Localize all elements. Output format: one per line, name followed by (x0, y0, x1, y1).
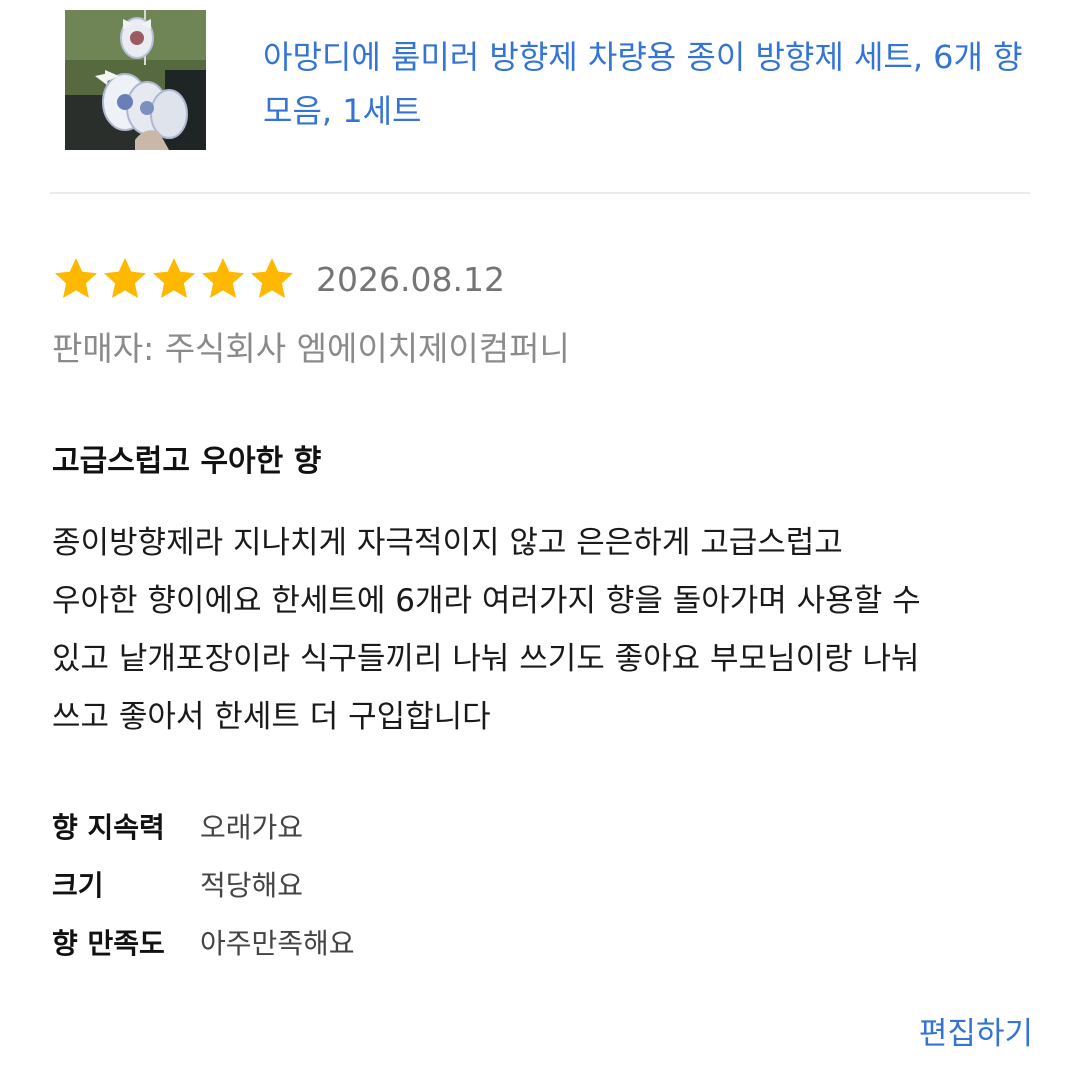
review-attributes: 향 지속력 오래가요 크기 적당해요 향 만족도 아주만족해요 (52, 797, 652, 971)
attribute-label: 크기 (52, 869, 104, 902)
rating-row: 2026.08.12 (52, 253, 505, 305)
star-rating (52, 255, 296, 303)
edit-button[interactable]: 편집하기 (919, 1008, 1033, 1053)
attribute-value: 아주만족해요 (200, 927, 355, 960)
attribute-label: 향 만족도 (52, 927, 165, 960)
product-summary[interactable]: 아망디에 룸미러 방향제 차량용 종이 방향제 세트, 6개 향 모음, 1세트 (65, 10, 1030, 150)
attribute-label: 향 지속력 (52, 811, 165, 844)
product-title-link[interactable]: 아망디에 룸미러 방향제 차량용 종이 방향제 세트, 6개 향 모음, 1세트 (263, 30, 1033, 138)
product-thumbnail[interactable] (65, 10, 206, 150)
star-icon (104, 258, 146, 298)
review-date: 2026.08.12 (316, 259, 505, 299)
product-photo-icon (65, 10, 206, 150)
attribute-value: 적당해요 (200, 869, 304, 902)
review-page: 아망디에 룸미러 방향제 차량용 종이 방향제 세트, 6개 향 모음, 1세트… (0, 0, 1080, 1084)
review-body: 종이방향제라 지나치게 자극적이지 않고 은은하게 고급스럽고 우아한 향이에요… (52, 525, 921, 735)
star-icon (202, 258, 244, 298)
attribute-row: 크기 적당해요 (52, 855, 652, 913)
star-icon (55, 258, 97, 298)
star-icon (153, 258, 195, 298)
attribute-row: 향 지속력 오래가요 (52, 797, 652, 855)
seller-name: 판매자: 주식회사 엠에이치제이컴퍼니 (52, 329, 570, 368)
review-headline: 고급스럽고 우아한 향 (52, 444, 322, 479)
attribute-row: 향 만족도 아주만족해요 (52, 913, 652, 971)
divider (50, 192, 1030, 194)
attribute-value: 오래가요 (200, 811, 304, 844)
star-icon (251, 258, 293, 298)
